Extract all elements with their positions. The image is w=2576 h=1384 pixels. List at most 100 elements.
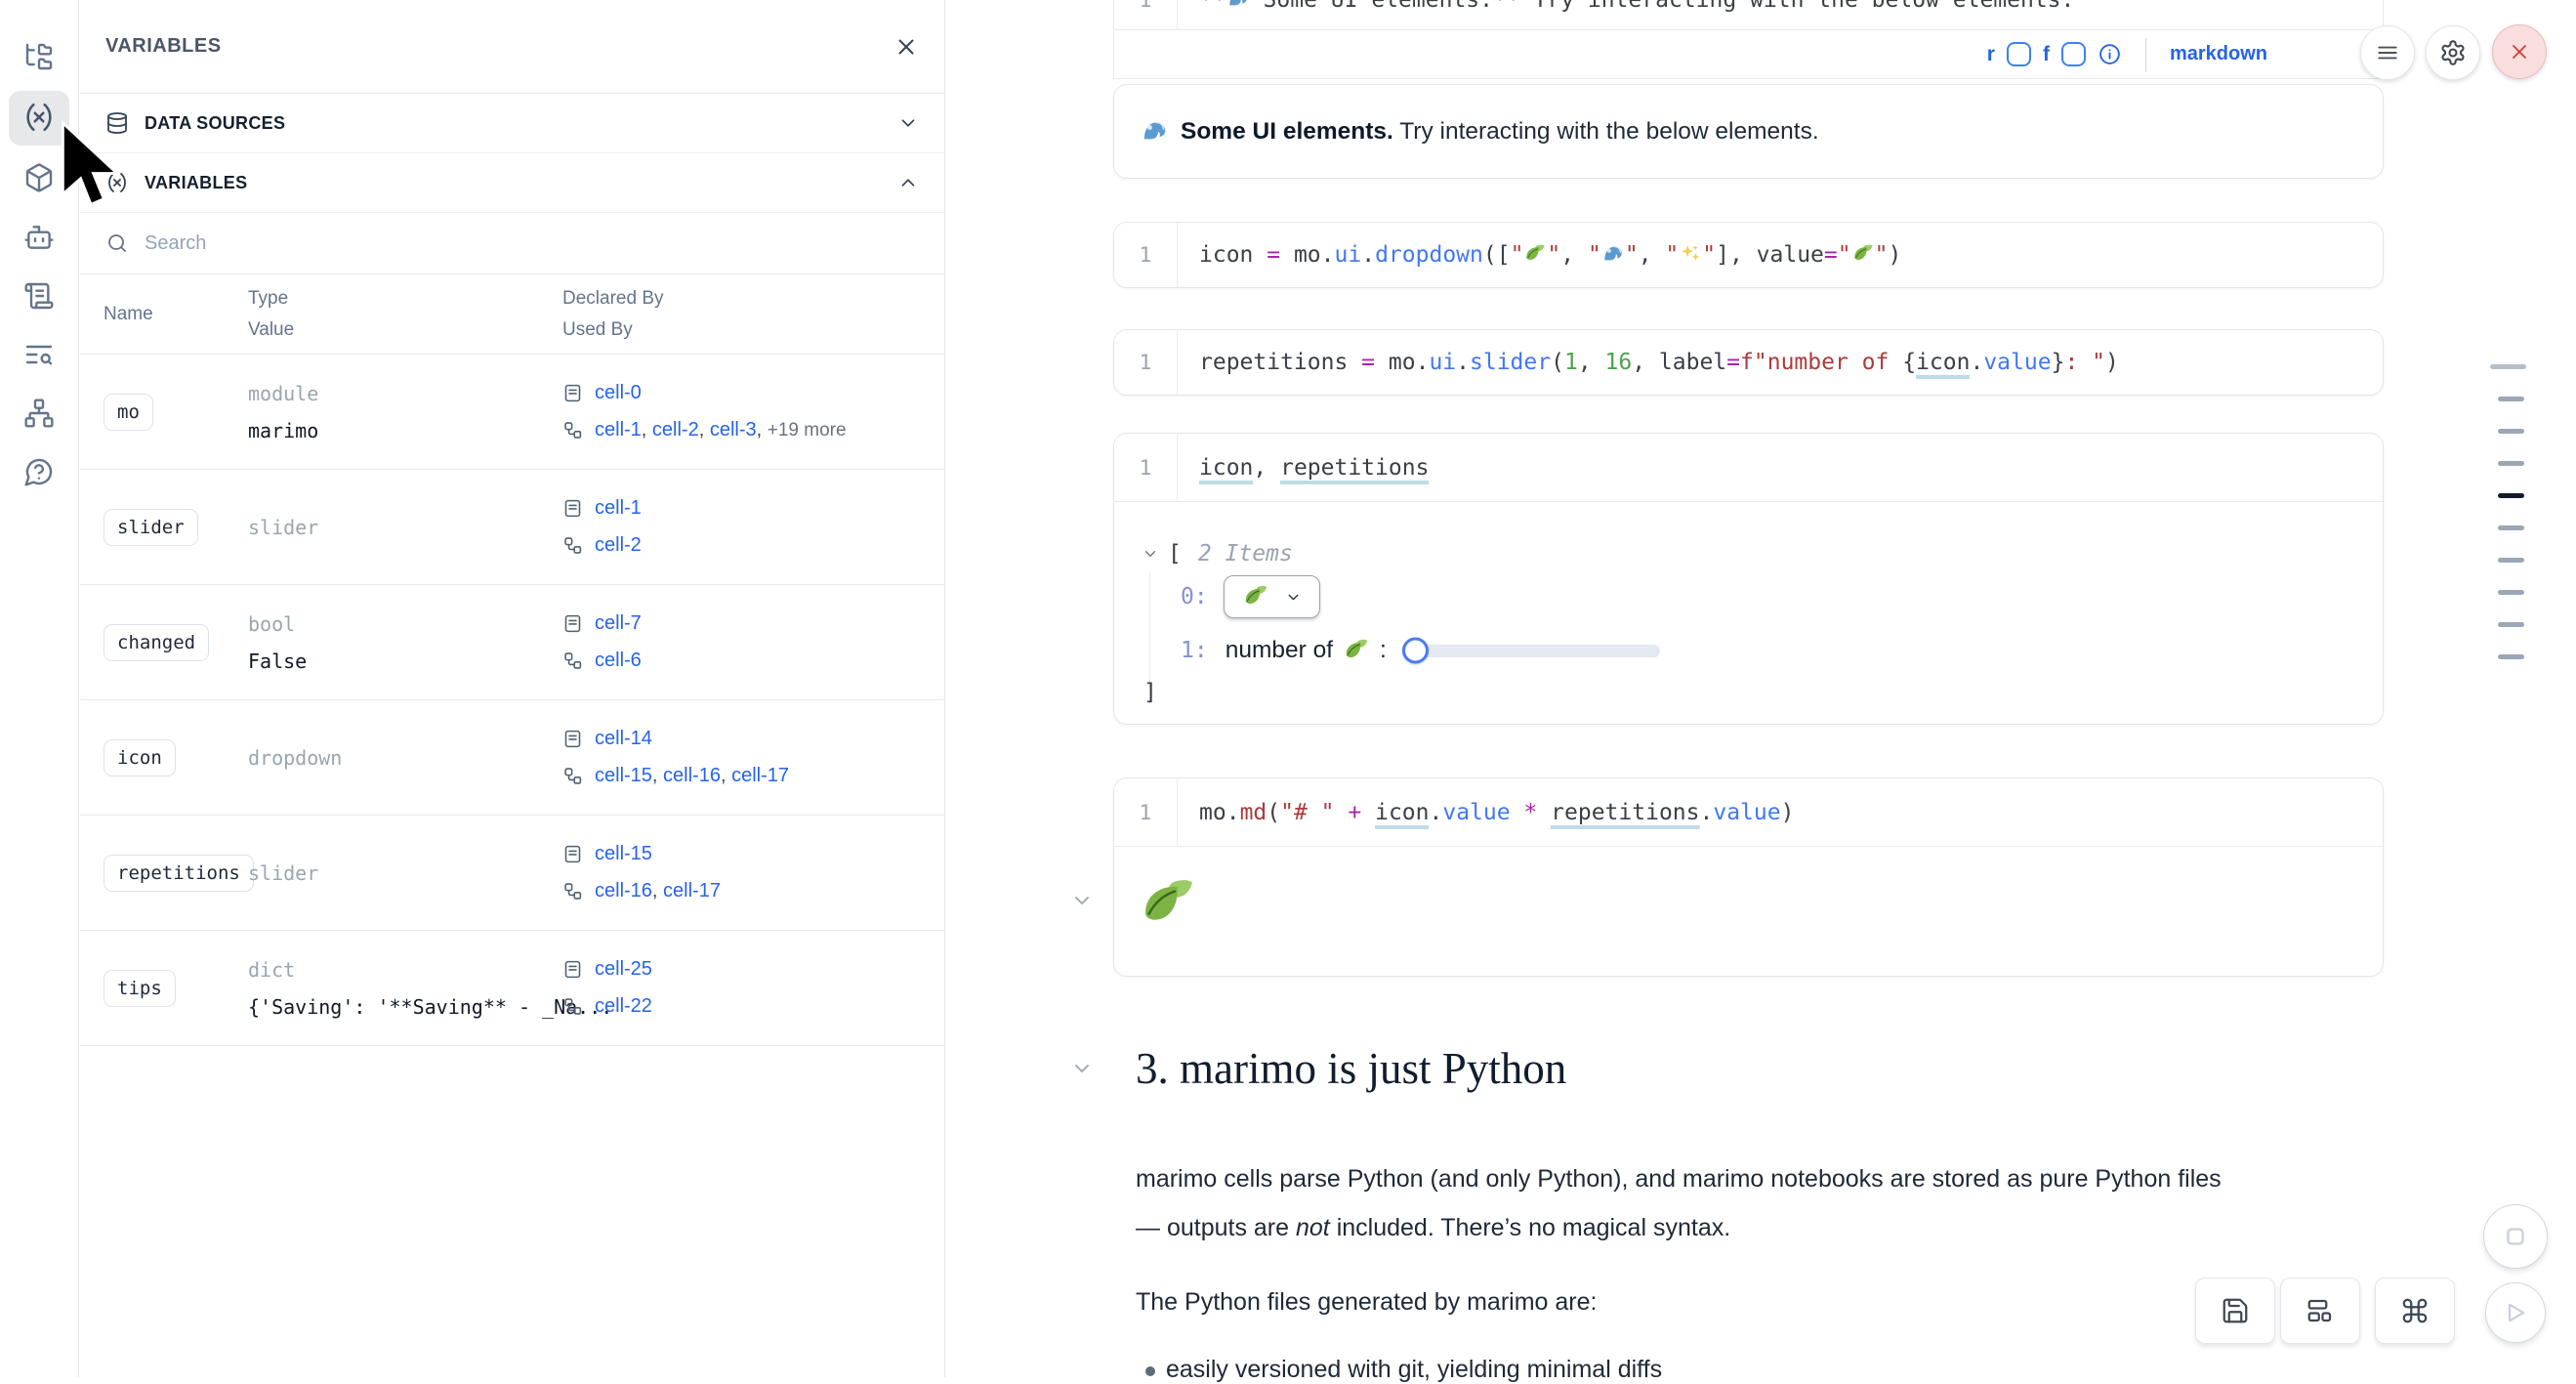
cell-link[interactable]: cell-14 (595, 728, 652, 749)
bracket-open: [ (1168, 541, 1182, 566)
minimap-cell-marker[interactable] (2498, 429, 2524, 434)
used-by-icon (562, 650, 583, 671)
code-editor[interactable]: repetitions = mo.ui.slider(1, 16, label=… (1178, 350, 2383, 375)
cell-link[interactable]: cell-17 (731, 765, 789, 786)
search-icon (105, 231, 129, 255)
code-cell-tuple[interactable]: 1 icon, repetitions [ 2 Items 0: 1: numb… (1113, 433, 2384, 725)
minimap-cell-marker[interactable] (2498, 654, 2524, 659)
section-label: DATA SOURCES (145, 113, 882, 134)
chevron-down-icon (897, 112, 919, 134)
variable-name-badge[interactable]: slider (104, 509, 198, 546)
cell-link[interactable]: cell-22 (595, 995, 652, 1017)
hamburger-menu-icon (2375, 40, 2400, 65)
help-icon[interactable] (23, 456, 55, 487)
search-input[interactable] (145, 232, 919, 255)
save-button[interactable] (2195, 1278, 2275, 1344)
keyboard-shortcuts-button[interactable] (2375, 1278, 2455, 1344)
minimap-cell-marker[interactable] (2498, 622, 2524, 627)
code-editor[interactable]: mo.md("# " + icon.value * repetitions.va… (1178, 800, 2383, 825)
cell-link[interactable]: cell-0 (595, 382, 642, 403)
cell-link[interactable]: cell-17 (663, 880, 721, 902)
cell-link[interactable]: cell-1 (595, 419, 642, 440)
icon-dropdown-select[interactable] (1224, 575, 1320, 618)
close-icon[interactable] (893, 34, 919, 60)
declared-by-icon (562, 959, 583, 980)
minimap-cell-marker[interactable] (2498, 558, 2524, 563)
code-editor[interactable]: icon = mo.ui.dropdown(["", "", ""], valu… (1178, 242, 2383, 268)
minimap-cell-marker[interactable] (2498, 590, 2524, 595)
repetitions-slider-track[interactable] (1404, 645, 1660, 657)
variable-type: dropdown (248, 746, 562, 770)
r-checkbox[interactable] (2007, 42, 2031, 66)
markdown-output-cell[interactable]: Some UI elements. Try interacting with t… (1113, 84, 2384, 179)
variable-type: slider (248, 861, 562, 885)
more-cells-label[interactable]: +19 more (768, 420, 847, 440)
variable-value: marimo (248, 419, 562, 442)
logs-icon[interactable] (23, 339, 55, 370)
minimap-cell-marker[interactable] (2498, 461, 2524, 466)
minimap-cell-marker[interactable] (2498, 397, 2524, 401)
line-number: 1 (1114, 0, 1177, 15)
line-number: 1 (1114, 351, 1177, 374)
code-editor[interactable]: ** Some UI elements.** Try interacting w… (1178, 0, 2383, 15)
minimap-cell-marker-active[interactable] (2498, 493, 2524, 498)
minimap-cell-marker[interactable] (2498, 525, 2524, 530)
declared-by-links: cell-0 (595, 382, 642, 404)
chevron-down-icon[interactable] (1070, 1057, 1094, 1080)
variable-name-badge[interactable]: tips (104, 970, 176, 1007)
header-declared-by: Declared By (562, 288, 944, 310)
table-row: repetitionsslidercell-15cell-16, cell-17 (80, 816, 944, 931)
variable-name-badge[interactable]: repetitions (104, 855, 254, 892)
cell-link[interactable]: cell-25 (595, 958, 652, 980)
packages-icon[interactable] (23, 162, 55, 193)
code-cell-slider[interactable]: 1 repetitions = mo.ui.slider(1, 16, labe… (1113, 329, 2384, 396)
variable-name-badge[interactable]: icon (104, 739, 176, 776)
file-explorer-icon[interactable] (23, 41, 55, 72)
gear-icon (2439, 39, 2467, 66)
language-toggle[interactable]: markdown (2170, 43, 2267, 65)
cell-link[interactable]: cell-15 (595, 843, 652, 864)
cell-menu-button[interactable] (2360, 25, 2415, 80)
ai-assistant-icon[interactable] (23, 222, 55, 253)
variable-type: bool (248, 612, 562, 636)
variable-name-badge[interactable]: mo (104, 394, 153, 431)
cell-link[interactable]: cell-7 (595, 612, 642, 634)
used-by-icon (562, 420, 583, 440)
cell-link[interactable]: cell-3 (710, 419, 757, 440)
section-variables[interactable]: VARIABLES (80, 153, 944, 213)
used-by-links: cell-15, cell-16, cell-17 (595, 765, 789, 787)
variables-icon[interactable] (22, 101, 56, 134)
index-label: 0: (1181, 584, 1208, 609)
cell-link[interactable]: cell-6 (595, 650, 642, 671)
layout-button[interactable] (2280, 1278, 2360, 1344)
collapse-toggle-icon[interactable] (1142, 545, 1159, 563)
code-cell-dropdown[interactable]: 1 icon = mo.ui.dropdown(["", "", ""], va… (1113, 222, 2384, 288)
cell-link[interactable]: cell-1 (595, 497, 642, 519)
variable-name-badge[interactable]: changed (104, 624, 209, 661)
cell-link[interactable]: cell-16 (663, 765, 721, 786)
snippets-icon[interactable] (23, 280, 55, 312)
code-cell-md-repeat[interactable]: 1 mo.md("# " + icon.value * repetitions.… (1113, 777, 2384, 977)
chevron-down-icon[interactable] (1070, 889, 1094, 912)
cell-link[interactable]: cell-2 (652, 419, 699, 440)
code-editor[interactable]: icon, repetitions (1178, 455, 2383, 481)
info-icon[interactable] (2098, 42, 2122, 66)
minimap-cell-marker[interactable] (2490, 364, 2526, 369)
run-all-button[interactable] (2485, 1282, 2546, 1343)
section-heading: 3. marimo is just Python (1136, 1043, 1566, 1094)
f-checkbox[interactable] (2061, 42, 2086, 66)
stop-kernel-button[interactable] (2483, 1204, 2548, 1269)
section-label: VARIABLES (145, 173, 882, 193)
cell-link[interactable]: cell-15 (595, 765, 652, 786)
section-data-sources[interactable]: DATA SOURCES (80, 94, 944, 153)
shutdown-button[interactable] (2492, 24, 2547, 79)
slider-thumb[interactable] (1402, 638, 1429, 664)
leaf-emoji (1344, 638, 1369, 663)
cell-link[interactable]: cell-2 (595, 534, 642, 556)
cell-link[interactable]: cell-16 (595, 880, 652, 902)
used-by-icon (562, 766, 583, 786)
markdown-source-cell[interactable]: 1 ** Some UI elements.** Try interacting… (1113, 0, 2384, 79)
table-header: Name Type Value Declared By Used By (80, 274, 944, 355)
settings-button[interactable] (2426, 25, 2480, 80)
dependency-graph-icon[interactable] (23, 398, 55, 429)
